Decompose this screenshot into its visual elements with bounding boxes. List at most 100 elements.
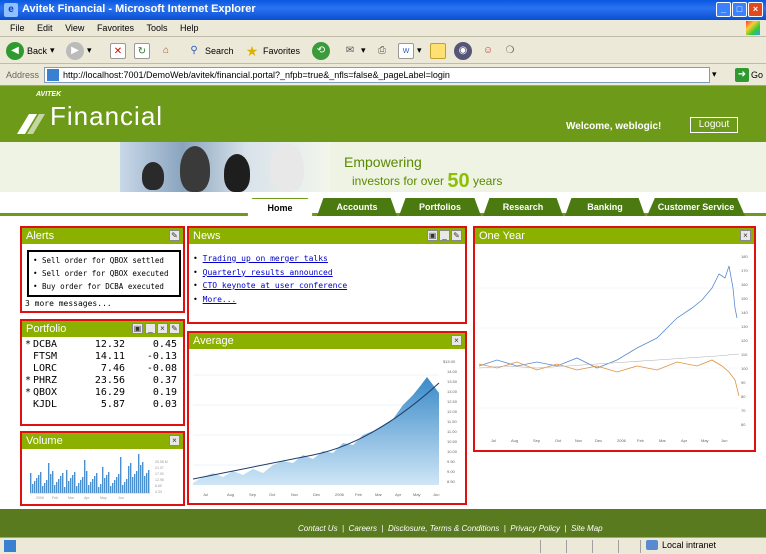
back-arrow-icon: ◀ bbox=[6, 41, 24, 60]
status-divider bbox=[640, 540, 641, 553]
messenger-button[interactable]: ☺ bbox=[480, 41, 496, 60]
volume-bar bbox=[36, 478, 38, 493]
tab-portfolios[interactable]: Portfolios bbox=[399, 198, 481, 216]
more-messages-link[interactable]: 3 more messages... bbox=[25, 299, 112, 308]
table-row[interactable]: FTSM 14.11 -0.13 bbox=[25, 351, 177, 363]
svg-text:14.00: 14.00 bbox=[447, 369, 458, 374]
minimize-button[interactable]: _ bbox=[716, 2, 731, 17]
portfolio-cell-mark bbox=[25, 351, 33, 363]
volume-bar bbox=[114, 480, 116, 493]
menu-file[interactable]: File bbox=[10, 23, 25, 33]
svg-text:May: May bbox=[701, 438, 709, 443]
volume-header: Volume × bbox=[22, 433, 183, 449]
close-icon[interactable]: × bbox=[169, 435, 180, 446]
volume-bar bbox=[106, 475, 108, 493]
oneyear-header: One Year × bbox=[475, 228, 754, 244]
refresh-button[interactable]: ↻ bbox=[134, 41, 150, 60]
privacy-link[interactable]: Privacy Policy bbox=[510, 524, 560, 533]
list-item[interactable]: • Sell order for QBOX executed bbox=[33, 267, 175, 280]
tab-home[interactable]: Home bbox=[247, 198, 313, 216]
menu-edit[interactable]: Edit bbox=[37, 23, 53, 33]
close-icon[interactable]: × bbox=[740, 230, 751, 241]
table-row[interactable]: KJDL 5.87 0.03 bbox=[25, 399, 177, 411]
menu-view[interactable]: View bbox=[65, 23, 84, 33]
news-link[interactable]: CTO keynote at user conference bbox=[203, 281, 348, 290]
table-row[interactable]: * PHRZ 23.56 0.37 bbox=[25, 375, 177, 387]
close-button[interactable]: × bbox=[748, 2, 763, 17]
maximize-icon[interactable]: ▣ bbox=[427, 230, 438, 241]
close-icon[interactable]: × bbox=[157, 323, 168, 334]
disclosure-link[interactable]: Disclosure, Terms & Conditions bbox=[388, 524, 499, 533]
portfolio-cell-chg: 0.37 bbox=[152, 375, 177, 386]
svg-text:Nov: Nov bbox=[575, 438, 582, 443]
search-button[interactable]: ⚲ Search bbox=[186, 41, 233, 60]
svg-text:Sep: Sep bbox=[533, 438, 541, 443]
edit-icon[interactable]: ✎ bbox=[169, 230, 180, 241]
portfolio-header: Portfolio ▣ _ × ✎ bbox=[22, 321, 183, 337]
history-button[interactable]: ⟲ bbox=[312, 41, 330, 60]
menu-tools[interactable]: Tools bbox=[146, 23, 167, 33]
dropdown-icon: ▾ bbox=[87, 45, 92, 55]
discuss-button[interactable]: ❍ bbox=[502, 41, 518, 60]
maximize-button[interactable]: □ bbox=[732, 2, 747, 17]
svg-text:Sep: Sep bbox=[249, 492, 257, 497]
minimize-icon[interactable]: _ bbox=[145, 323, 156, 334]
edit-icon[interactable]: ✎ bbox=[451, 230, 462, 241]
list-item[interactable]: • Sell order for QBOX settled bbox=[33, 254, 175, 267]
tab-research[interactable]: Research bbox=[483, 198, 563, 216]
svg-text:$15.00: $15.00 bbox=[443, 359, 456, 364]
tab-customer-service[interactable]: Customer Service bbox=[647, 198, 745, 216]
tab-banking[interactable]: Banking bbox=[565, 198, 645, 216]
maximize-icon[interactable]: ▣ bbox=[132, 323, 143, 334]
svg-text:10.00: 10.00 bbox=[447, 449, 458, 454]
portfolio-cell-chg: 0.45 bbox=[152, 339, 177, 350]
table-row[interactable]: * DCBA 12.32 0.45 bbox=[25, 339, 177, 351]
volume-bar bbox=[70, 478, 72, 493]
sitemap-link[interactable]: Site Map bbox=[571, 524, 603, 533]
volume-bar bbox=[94, 476, 96, 493]
home-button[interactable]: ⌂ bbox=[158, 41, 174, 60]
window-title: Avitek Financial - Microsoft Internet Ex… bbox=[22, 3, 256, 15]
menu-help[interactable]: Help bbox=[180, 23, 199, 33]
search-icon: ⚲ bbox=[190, 44, 198, 56]
volume-bar bbox=[116, 477, 118, 493]
history-icon: ⟲ bbox=[312, 41, 330, 60]
contact-link[interactable]: Contact Us bbox=[298, 524, 338, 533]
edit-icon[interactable]: ✎ bbox=[169, 323, 180, 334]
favorites-button[interactable]: ★ Favorites bbox=[244, 41, 300, 60]
back-button[interactable]: ◀ Back ▾ bbox=[6, 41, 55, 60]
globe-button[interactable]: ◉ bbox=[454, 41, 472, 60]
more-news-link[interactable]: More... bbox=[203, 295, 237, 304]
alert-text: Sell order for QBOX settled bbox=[42, 256, 164, 265]
address-input[interactable]: http://localhost:7001/DemoWeb/avitek/fin… bbox=[44, 67, 710, 83]
svg-text:Feb: Feb bbox=[355, 492, 363, 497]
careers-link[interactable]: Careers bbox=[349, 524, 377, 533]
svg-text:Jun: Jun bbox=[118, 496, 124, 500]
volume-bar bbox=[92, 479, 94, 493]
forward-button[interactable]: ▶ ▾ bbox=[66, 41, 92, 60]
news-link[interactable]: Quarterly results announced bbox=[203, 268, 333, 277]
menu-favorites[interactable]: Favorites bbox=[97, 23, 134, 33]
svg-text:10.50: 10.50 bbox=[447, 439, 458, 444]
print-button[interactable]: ⎙ bbox=[374, 41, 390, 60]
go-arrow-icon: ➜ bbox=[735, 68, 749, 82]
svg-text:Jun: Jun bbox=[433, 492, 439, 497]
minimize-icon[interactable]: _ bbox=[439, 230, 450, 241]
close-icon[interactable]: × bbox=[451, 335, 462, 346]
folder-button[interactable] bbox=[430, 41, 446, 60]
alerts-portlet: Alerts ✎ • Sell order for QBOX settled •… bbox=[20, 226, 185, 313]
address-dropdown-icon[interactable]: ▾ bbox=[712, 69, 717, 80]
welcome-text: Welcome, weblogic! bbox=[566, 121, 662, 132]
mail-button[interactable]: ✉ ▾ bbox=[342, 41, 366, 60]
tab-accounts[interactable]: Accounts bbox=[317, 198, 397, 216]
table-row[interactable]: LORC 7.46 -0.08 bbox=[25, 363, 177, 375]
table-row[interactable]: * QBOX 16.29 0.19 bbox=[25, 387, 177, 399]
status-divider bbox=[592, 540, 593, 553]
go-button[interactable]: ➜ Go bbox=[735, 67, 765, 83]
news-link[interactable]: Trading up on merger talks bbox=[203, 254, 328, 263]
list-item[interactable]: • Buy order for DCBA executed bbox=[33, 280, 175, 293]
edit-button[interactable]: W ▾ bbox=[398, 41, 422, 60]
logout-button[interactable]: Logout bbox=[690, 117, 738, 133]
stop-button[interactable]: ✕ bbox=[110, 41, 126, 60]
volume-bar bbox=[130, 463, 132, 493]
